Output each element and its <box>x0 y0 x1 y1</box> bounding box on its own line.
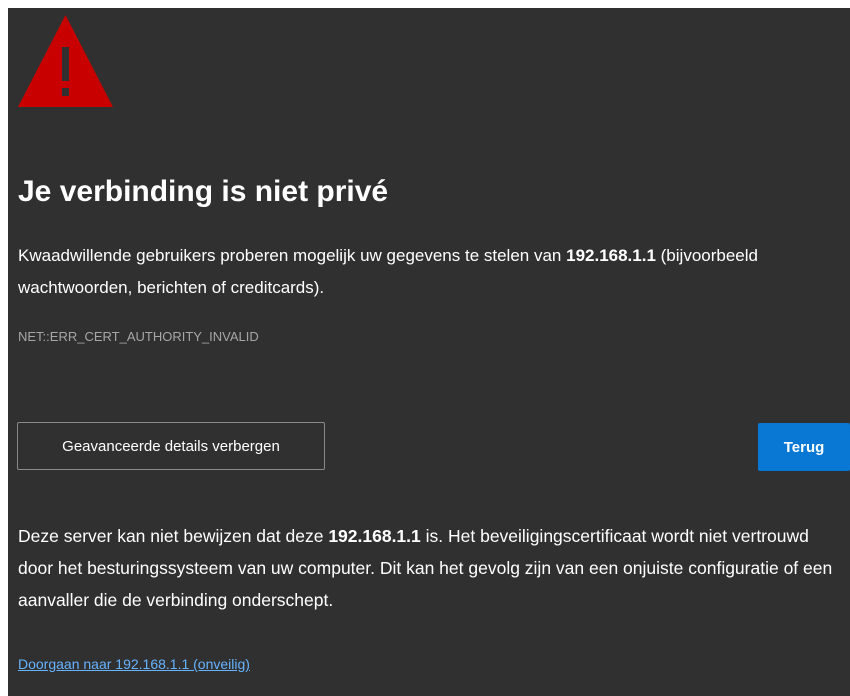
error-code: NET::ERR_CERT_AUTHORITY_INVALID <box>18 329 259 344</box>
proceed-unsafe-link[interactable]: Doorgaan naar 192.168.1.1 (onveilig) <box>18 654 250 674</box>
advanced-details-text: Deze server kan niet bewijzen dat deze 1… <box>18 520 844 616</box>
page-title: Je verbinding is niet privé <box>18 175 389 208</box>
back-button[interactable]: Terug <box>758 423 850 471</box>
interstitial-page: Je verbinding is niet privé Kwaadwillend… <box>8 8 850 696</box>
details-text: Deze server kan niet bewijzen dat deze <box>18 526 329 546</box>
warning-triangle-icon <box>18 15 113 107</box>
host-name: 192.168.1.1 <box>566 246 656 265</box>
warning-description: Kwaadwillende gebruikers proberen mogeli… <box>18 240 838 304</box>
hide-advanced-button[interactable]: Geavanceerde details verbergen <box>17 422 325 470</box>
description-text: Kwaadwillende gebruikers proberen mogeli… <box>18 246 567 265</box>
details-host-name: 192.168.1.1 <box>328 526 421 546</box>
